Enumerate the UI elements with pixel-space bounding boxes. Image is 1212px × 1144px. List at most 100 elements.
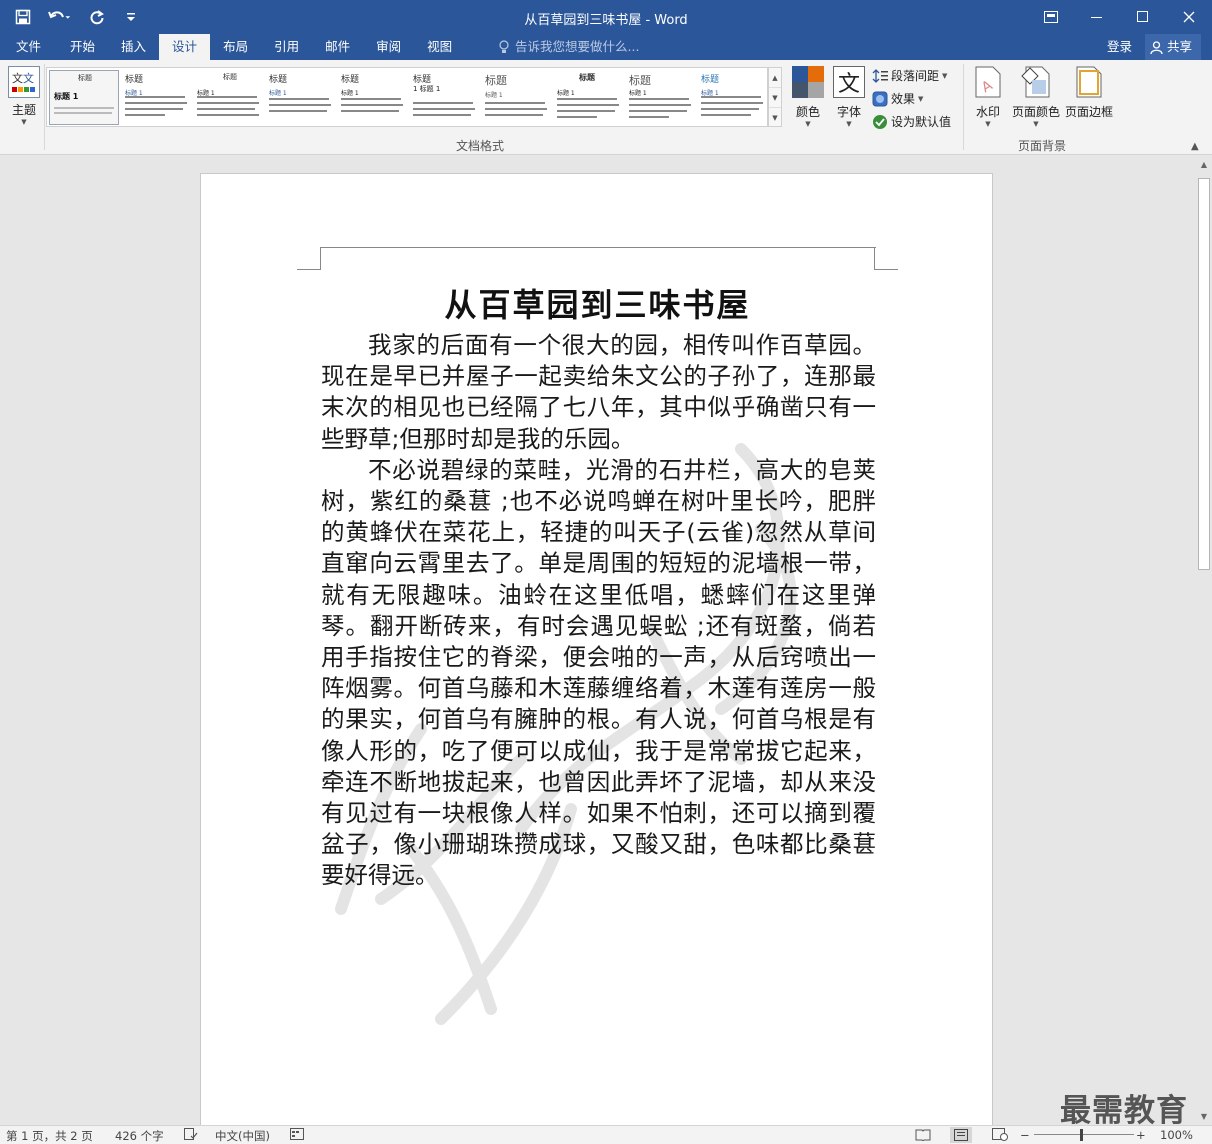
zoom-slider-track[interactable] [1034, 1134, 1134, 1135]
print-layout-icon[interactable] [950, 1127, 972, 1143]
zoom-in-button[interactable]: + [1136, 1128, 1146, 1142]
minimize-icon[interactable] [1074, 0, 1120, 34]
style-set-item[interactable]: 标题 标题 1 [553, 70, 623, 125]
watermark-button[interactable]: A 水印 ▼ [970, 66, 1006, 128]
style-set-item[interactable]: 标题 标题 1 [697, 70, 767, 125]
tell-me-placeholder: 告诉我您想要做什么... [515, 39, 640, 54]
page-background-group-label: 页面背景 [1018, 139, 1067, 153]
redo-icon[interactable] [82, 5, 112, 29]
gallery-scroll-down-icon[interactable]: ▼ [769, 88, 781, 108]
style-set-item[interactable]: 标题 标题 1 [625, 70, 695, 125]
themes-label: 主题 [11, 103, 36, 117]
effects-button[interactable]: 效果 ▼ [872, 90, 923, 107]
paragraph-spacing-button[interactable]: 段落间距 ▼ [872, 67, 947, 84]
tab-references[interactable]: 引用 [261, 34, 312, 60]
proofing-icon[interactable] [184, 1128, 198, 1143]
gallery-more-icon[interactable]: ▼ [769, 108, 781, 128]
document-body: 我家的后面有一个很大的园，相传叫作百草园。现在是早已并屋子一起卖给朱文公的子孙了… [321, 330, 876, 892]
themes-icon: 文文 [8, 66, 40, 98]
style-set-item[interactable]: 标题 标题 1 [121, 70, 191, 125]
ribbon-display-options-icon[interactable] [1028, 0, 1074, 34]
scroll-up-icon[interactable]: ▲ [1196, 156, 1212, 173]
status-bar: 第 1 页，共 2 页 426 个字 中文(中国) − + 100% [0, 1125, 1212, 1144]
page-borders-label: 页面边框 [1064, 105, 1113, 119]
style-set-item[interactable]: 标题 1 标题 1 [409, 70, 479, 125]
fonts-icon: 文 [833, 66, 865, 98]
lightbulb-icon [499, 40, 509, 53]
gallery-scroll-up-icon[interactable]: ▲ [769, 68, 781, 88]
language-indicator[interactable]: 中文(中国) [215, 1128, 270, 1144]
customize-qat-icon[interactable] [116, 5, 146, 29]
set-as-default-button[interactable]: 设为默认值 [872, 113, 951, 130]
style-set-item[interactable]: 标题 标题 1 [337, 70, 407, 125]
colors-label: 颜色 [795, 105, 820, 119]
scroll-down-icon[interactable]: ▼ [1196, 1108, 1212, 1125]
zoom-out-button[interactable]: − [1020, 1128, 1030, 1142]
style-set-item[interactable]: 标题 标题 1 [265, 70, 335, 125]
themes-button[interactable]: 文文 主题 ▼ [6, 66, 42, 132]
collapse-ribbon-icon[interactable]: ▲ [1191, 141, 1199, 152]
style-set-item[interactable]: 标题 标题 1 [193, 70, 263, 125]
page-color-button[interactable]: 页面颜色 ▼ [1010, 66, 1062, 128]
tab-home[interactable]: 开始 [57, 34, 108, 60]
title-bar: 从百草园到三味书屋 - Word [0, 0, 1212, 34]
effects-icon [872, 91, 888, 106]
tell-me-box[interactable]: 告诉我您想要做什么... [498, 34, 639, 60]
document-canvas: 从百草园到三味书屋 我家的后面有一个很大的园，相传叫作百草园。现在是早已并屋子一… [0, 156, 1196, 1125]
undo-icon[interactable] [42, 5, 78, 29]
tab-insert[interactable]: 插入 [108, 34, 159, 60]
web-layout-icon[interactable] [992, 1128, 1008, 1144]
page-color-dropdown-icon: ▼ [1033, 120, 1039, 128]
scrollbar-thumb[interactable] [1198, 178, 1210, 570]
svg-text:文: 文 [12, 71, 23, 85]
person-icon [1150, 40, 1163, 54]
svg-text:文: 文 [838, 72, 860, 97]
document-title: 从百草园到三味书屋 [444, 286, 751, 324]
checkmark-icon [873, 114, 887, 129]
tab-view[interactable]: 视图 [414, 34, 465, 60]
share-button[interactable]: 共享 [1145, 34, 1201, 60]
ribbon-tabs: 文件 开始 插入 设计 布局 引用 邮件 审阅 视图 [0, 34, 465, 60]
tab-mailings[interactable]: 邮件 [312, 34, 363, 60]
maximize-icon[interactable] [1120, 0, 1166, 34]
style-set-item[interactable]: 标题 标题 1 [49, 70, 119, 125]
sign-in-link[interactable]: 登录 [1107, 34, 1132, 60]
ribbon-design: 文文 主题 ▼ 标题 标题 1 标题 标题 1 标题 标题 1 标题 标题 1 … [0, 60, 1212, 155]
tab-design[interactable]: 设计 [159, 34, 211, 60]
paragraph-spacing-label: 段落间距 [891, 69, 940, 83]
fonts-dropdown-icon: ▼ [846, 120, 852, 128]
crop-mark [874, 248, 898, 270]
header-line [320, 247, 876, 248]
svg-text:文: 文 [23, 71, 34, 85]
share-label: 共享 [1167, 39, 1193, 54]
themes-dropdown-icon: ▼ [21, 118, 27, 126]
watermark-dropdown-icon: ▼ [985, 120, 991, 128]
save-icon[interactable] [8, 5, 38, 29]
crop-mark [297, 248, 321, 270]
page-color-icon [1021, 66, 1050, 98]
effects-label: 效果 [891, 92, 916, 106]
style-set-item[interactable]: 标题 标题 1 [481, 70, 551, 125]
watermark-label: 水印 [975, 105, 1000, 119]
tab-layout[interactable]: 布局 [210, 34, 261, 60]
body-paragraph: 我家的后面有一个很大的园，相传叫作百草园。现在是早已并屋子一起卖给朱文公的子孙了… [321, 331, 876, 453]
fonts-button[interactable]: 文 字体 ▼ [832, 66, 866, 128]
tab-file[interactable]: 文件 [0, 34, 57, 60]
zoom-slider-thumb[interactable] [1080, 1129, 1083, 1141]
macro-recording-icon[interactable] [290, 1128, 304, 1143]
tab-review[interactable]: 审阅 [363, 34, 414, 60]
read-mode-icon[interactable] [915, 1128, 931, 1144]
page-count[interactable]: 第 1 页，共 2 页 [6, 1128, 93, 1144]
vertical-scrollbar[interactable]: ▲ ▼ [1196, 156, 1212, 1125]
ribbon-separator [44, 64, 45, 150]
close-icon[interactable] [1166, 0, 1212, 34]
colors-icon [792, 66, 824, 98]
zoom-level[interactable]: 100% [1160, 1128, 1193, 1142]
window-controls [1028, 0, 1212, 34]
word-count[interactable]: 426 个字 [115, 1128, 164, 1144]
colors-button[interactable]: 颜色 ▼ [790, 66, 826, 128]
document-page[interactable]: 从百草园到三味书屋 我家的后面有一个很大的园，相传叫作百草园。现在是早已并屋子一… [200, 173, 993, 1125]
colors-dropdown-icon: ▼ [805, 120, 811, 128]
paragraph-spacing-dropdown-icon: ▼ [942, 71, 948, 80]
page-borders-button[interactable]: 页面边框 [1064, 66, 1114, 120]
